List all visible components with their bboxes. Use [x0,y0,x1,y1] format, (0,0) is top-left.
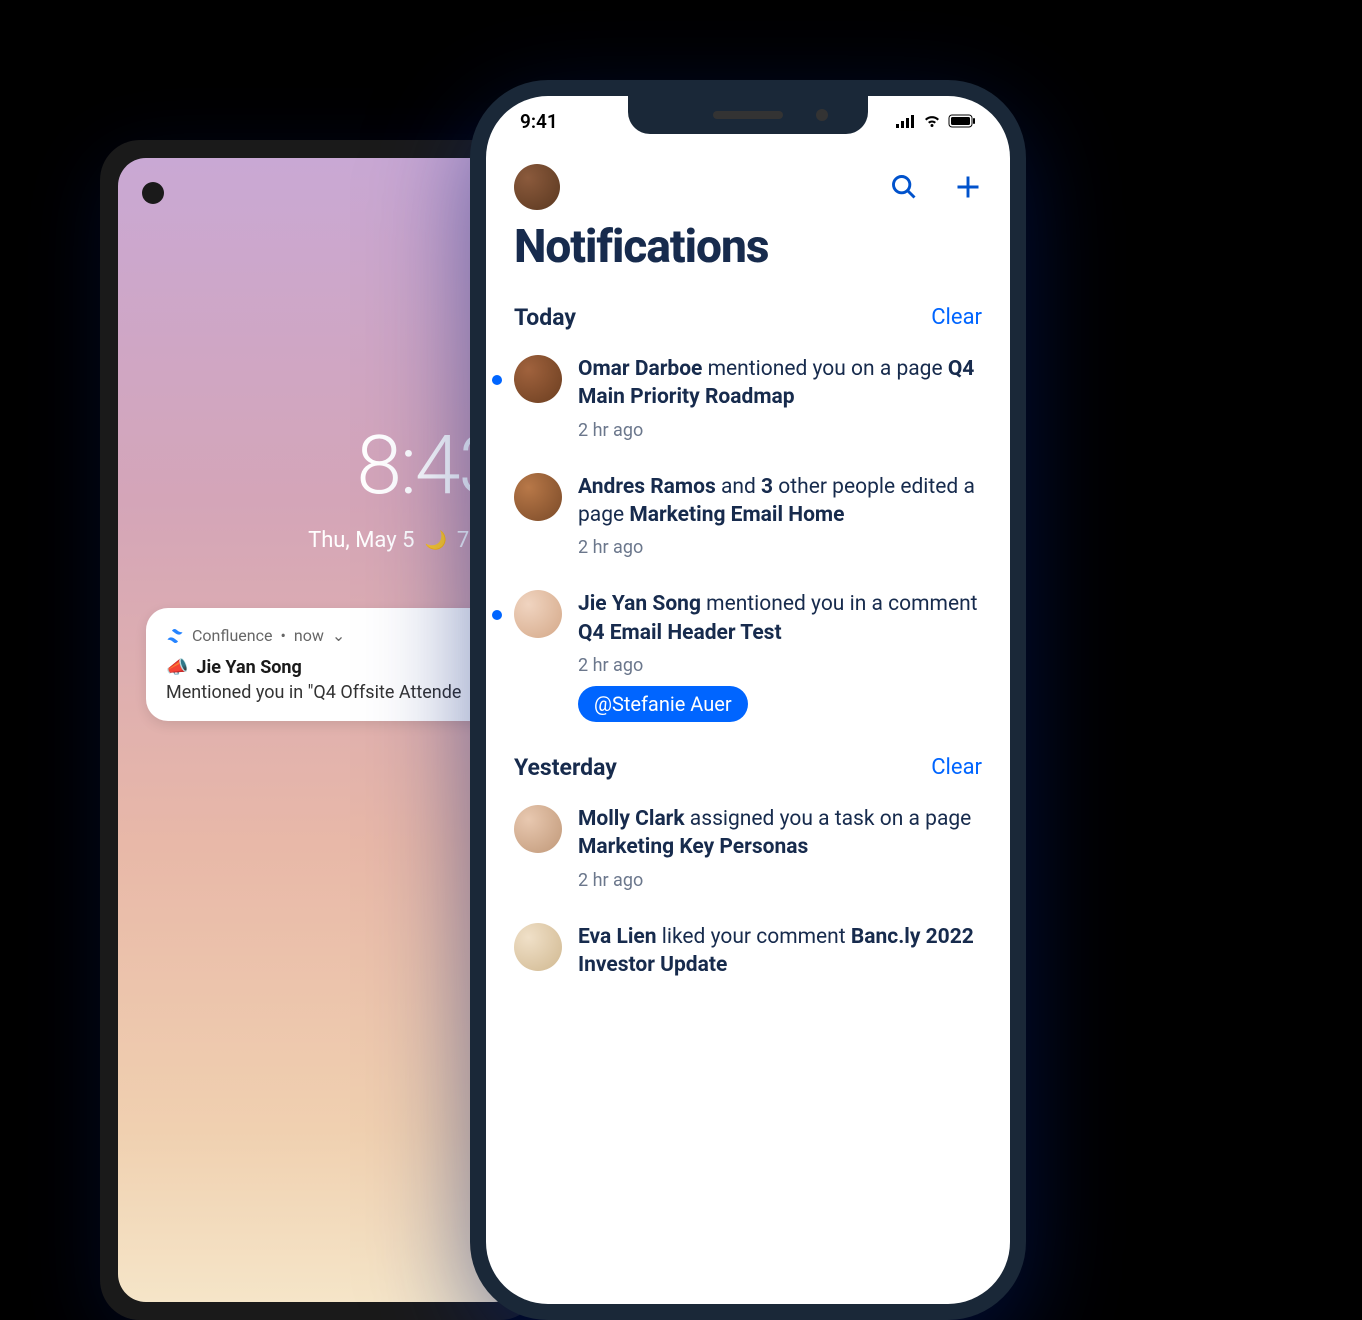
notification-body: Omar Darboe mentioned you on a page Q4 M… [578,355,982,441]
iphone-frame: 9:41 [470,80,1026,1320]
search-icon[interactable] [890,173,918,201]
actor-avatar[interactable] [514,805,562,853]
app-content: Notifications Today Clear Omar Darboe ment… [486,154,1010,1304]
notification-app-name: Confluence [192,626,272,645]
notification-item[interactable]: Molly Clark assigned you a task on a pag… [514,805,982,891]
notification-item[interactable]: Andres Ramos and 3 other people edited a… [514,473,982,559]
section-header: Yesterday Clear [514,754,982,781]
notification-item[interactable]: Omar Darboe mentioned you on a page Q4 M… [514,355,982,441]
actor-avatar[interactable] [514,590,562,638]
actor-avatar[interactable] [514,355,562,403]
notification-app-header: Confluence • now ⌄ [166,626,502,645]
confluence-icon [166,627,184,645]
notification-text: Eva Lien liked your comment Banc.ly 2022… [578,923,982,980]
moon-icon: 🌙 [424,530,446,551]
notification-item[interactable]: Jie Yan Song mentioned you in a comment … [514,590,982,722]
android-punch-hole-camera [142,182,164,204]
actor-avatar[interactable] [514,473,562,521]
clear-button[interactable]: Clear [931,755,982,780]
notification-when: now [294,626,324,645]
notification-text: Andres Ramos and 3 other people edited a… [578,473,982,530]
page-title: Notifications [514,220,982,274]
notification-body: Molly Clark assigned you a task on a pag… [578,805,982,891]
section-header: Today Clear [514,304,982,331]
notification-title-row: 📣 Jie Yan Song [166,657,502,678]
section-title: Yesterday [514,754,617,781]
notification-time: 2 hr ago [578,870,982,891]
app-header [514,164,982,210]
iphone-notch [628,96,868,134]
lockscreen-notification[interactable]: Confluence • now ⌄ 📣 Jie Yan Song Mentio… [146,608,522,721]
battery-icon [948,114,976,128]
actor-avatar[interactable] [514,923,562,971]
android-lockscreen: 8:43 Thu, May 5 🌙 71°F Confluence • now … [118,158,522,1302]
megaphone-icon: 📣 [166,657,188,678]
status-time: 9:41 [520,110,558,133]
notification-body: Andres Ramos and 3 other people edited a… [578,473,982,559]
unread-dot-icon [492,610,502,620]
notification-time: 2 hr ago [578,655,982,676]
lockscreen-date: Thu, May 5 [308,528,414,553]
notification-bullet: • [280,626,285,645]
notification-body: Eva Lien liked your comment Banc.ly 2022… [578,923,982,980]
notification-time: 2 hr ago [578,420,982,441]
notification-body: Mentioned you in "Q4 Offsite Attende [166,682,502,703]
chevron-down-icon[interactable]: ⌄ [332,626,345,645]
wifi-icon [922,114,942,128]
notification-text: Omar Darboe mentioned you on a page Q4 M… [578,355,982,412]
notification-item[interactable]: Eva Lien liked your comment Banc.ly 2022… [514,923,982,980]
notification-text: Molly Clark assigned you a task on a pag… [578,805,982,862]
cellular-signal-icon [896,114,916,128]
notification-title: Jie Yan Song [196,657,301,678]
notification-text: Jie Yan Song mentioned you in a comment … [578,590,982,647]
user-avatar[interactable] [514,164,560,210]
notification-body: Jie Yan Song mentioned you in a comment … [578,590,982,722]
section-title: Today [514,304,576,331]
add-icon[interactable] [954,173,982,201]
clear-button[interactable]: Clear [931,305,982,330]
iphone-screen: 9:41 [486,96,1010,1304]
front-camera-icon [816,109,828,121]
notification-time: 2 hr ago [578,537,982,558]
unread-dot-icon [492,375,502,385]
mention-pill[interactable]: @Stefanie Auer [578,686,748,722]
